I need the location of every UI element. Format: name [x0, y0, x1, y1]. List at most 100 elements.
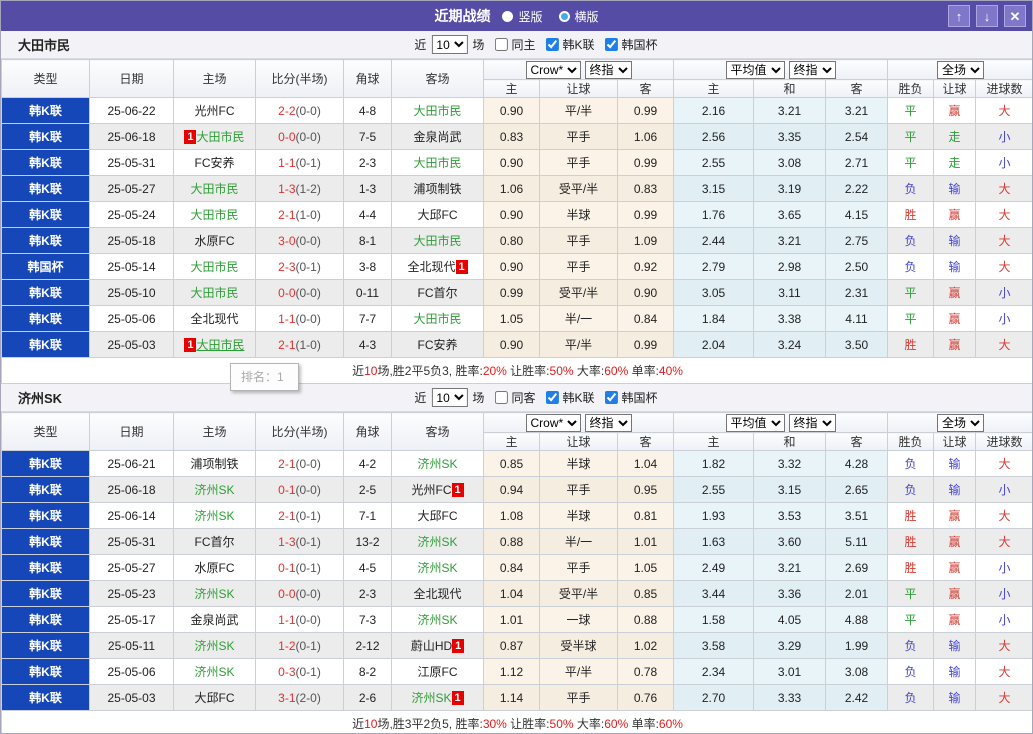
team-name-link[interactable]: 大邱FC [418, 208, 458, 222]
avg-cell-0: 1.58 [673, 606, 754, 633]
league-type-cell: 韩K联 [1, 502, 90, 529]
team-name-link[interactable]: 济州SK [194, 587, 234, 601]
team-name-link[interactable]: 大田市民 [196, 338, 244, 352]
score-cell: 0-0(0-0) [255, 123, 344, 150]
team-name-link[interactable]: 金泉尚武 [413, 130, 461, 144]
layout-radio-1[interactable]: 横版 [558, 8, 599, 25]
team-name-link[interactable]: 大田市民 [190, 182, 238, 196]
team-name-link[interactable]: 济州SK [194, 483, 234, 497]
league-checkbox-1[interactable] [604, 391, 618, 404]
team-name-link[interactable]: 光州FC [412, 483, 452, 497]
team-name-link[interactable]: 大田市民 [190, 260, 238, 274]
match-row: 韩K联 25-05-06 济州SK 0-3(0-1) 8-2 江原FC 1.12 平/半 0.7… [1, 658, 1032, 685]
date-cell: 25-05-18 [89, 227, 174, 254]
score-cell: 1-2(0-1) [255, 632, 344, 659]
team-name-link[interactable]: 大田市民 [190, 208, 238, 222]
avg-sub-header-2: 客 [824, 79, 889, 98]
halftime-score: (0-0) [295, 233, 321, 248]
result-cell-1: 走 [933, 123, 977, 150]
league-label-1: 韩国杯 [621, 38, 658, 52]
result-cell-2: 小 [975, 123, 1032, 150]
score-cell: 2-1(1-0) [255, 201, 344, 228]
team-name-link[interactable]: 浦项制铁 [190, 457, 238, 471]
team-name-link[interactable]: 大田市民 [196, 130, 244, 144]
team-name-link[interactable]: FC首尔 [418, 286, 458, 300]
summary-segment: 近 [352, 717, 365, 731]
score-cell: 1-3(0-1) [255, 528, 344, 555]
team-name-link[interactable]: 大邱FC [195, 691, 235, 705]
team-name-link[interactable]: 济州SK [194, 639, 234, 653]
odds-final-select[interactable]: 终指 [584, 60, 632, 79]
avg-cell-1: 3.38 [753, 305, 826, 332]
team-name-link[interactable]: 江原FC [418, 665, 458, 679]
team-name-link[interactable]: 水原FC [195, 561, 235, 575]
team-name-link[interactable]: 济州SK [417, 535, 457, 549]
odds-source-select[interactable]: Crow* [525, 60, 581, 79]
scroll-up-button[interactable]: ↑ [948, 5, 970, 27]
avg-cell-1: 3.19 [753, 175, 826, 202]
section-team-title: 大田市民 [18, 38, 71, 53]
layout-radio-group: 竖版 横版 [502, 8, 599, 25]
result-cell-2: 大 [975, 253, 1032, 280]
team-name-link[interactable]: 光州FC [195, 104, 235, 118]
team-name-link[interactable]: 水原FC [195, 234, 235, 248]
league-checkbox-0[interactable] [545, 38, 559, 51]
summary-segment: 50% [549, 364, 574, 378]
avg-final-select[interactable]: 终指 [788, 413, 836, 432]
odds-final-select[interactable]: 终指 [584, 413, 632, 432]
team-name-link[interactable]: 全北现代 [190, 312, 238, 326]
team-name-link[interactable]: 济州SK [194, 665, 234, 679]
fulltime-score: 1-1 [278, 155, 296, 170]
match-count-select[interactable]: 10 [431, 388, 468, 407]
score-cell: 0-1(0-1) [255, 554, 344, 581]
odds-select-group: Crow* 终指 [483, 412, 674, 433]
team-name-link[interactable]: 济州SK [194, 509, 234, 523]
league-checkbox-0[interactable] [545, 391, 559, 404]
team-name-link[interactable]: 济州SK [411, 691, 451, 705]
close-button[interactable]: ✕ [1004, 5, 1026, 27]
league-checkbox-1[interactable] [604, 38, 618, 51]
scroll-down-button[interactable]: ↓ [976, 5, 998, 27]
score-cell: 2-3(0-1) [255, 253, 344, 280]
team-name-link[interactable]: FC安养 [418, 338, 458, 352]
team-name-link[interactable]: 浦项制铁 [413, 182, 461, 196]
scope-select[interactable]: 全场 [937, 60, 985, 79]
layout-radio-0[interactable]: 竖版 [502, 8, 543, 25]
match-row: 韩K联 25-05-17 金泉尚武 1-1(0-0) 7-3 济州SK 1.01 一球 0.88… [1, 606, 1032, 633]
odds-source-select[interactable]: Crow* [525, 413, 581, 432]
corner-cell: 2-3 [343, 580, 392, 607]
up-arrow-icon: ↑ [955, 8, 963, 24]
team-name-link[interactable]: 大邱FC [418, 509, 458, 523]
avg-final-select[interactable]: 终指 [788, 60, 836, 79]
team-name-link[interactable]: 全北现代 [413, 587, 461, 601]
scope-select[interactable]: 全场 [937, 413, 985, 432]
avg-cell-2: 2.22 [824, 175, 889, 202]
team-name-link[interactable]: FC首尔 [195, 535, 235, 549]
league-type-cell: 韩K联 [1, 201, 90, 228]
date-cell: 25-06-14 [89, 502, 174, 529]
date-cell: 25-05-06 [89, 305, 174, 332]
league-type-cell: 韩K联 [1, 149, 90, 176]
odds-cell-1: 平手 [539, 554, 618, 581]
team-name-link[interactable]: 大田市民 [413, 234, 461, 248]
team-name-link[interactable]: 大田市民 [413, 156, 461, 170]
team-name-link[interactable]: 大田市民 [413, 104, 461, 118]
team-name-link[interactable]: 全北现代 [407, 260, 455, 274]
team-name-link[interactable]: 济州SK [417, 457, 457, 471]
corner-cell: 4-5 [343, 554, 392, 581]
result-cell-2: 小 [975, 149, 1032, 176]
avg-cell-2: 2.50 [824, 253, 889, 280]
team-name-link[interactable]: 大田市民 [190, 286, 238, 300]
match-count-select[interactable]: 10 [431, 35, 468, 54]
avg-source-select[interactable]: 平均值 [725, 413, 785, 432]
team-name-link[interactable]: 济州SK [417, 613, 457, 627]
avg-source-select[interactable]: 平均值 [725, 60, 785, 79]
team-name-link[interactable]: 济州SK [417, 561, 457, 575]
same-venue-checkbox[interactable] [494, 38, 508, 51]
odds-cell-2: 0.99 [617, 149, 674, 176]
team-name-link[interactable]: FC安养 [195, 156, 235, 170]
team-name-link[interactable]: 蔚山HD [411, 639, 452, 653]
same-venue-checkbox[interactable] [494, 391, 508, 404]
team-name-link[interactable]: 大田市民 [413, 312, 461, 326]
team-name-link[interactable]: 金泉尚武 [190, 613, 238, 627]
